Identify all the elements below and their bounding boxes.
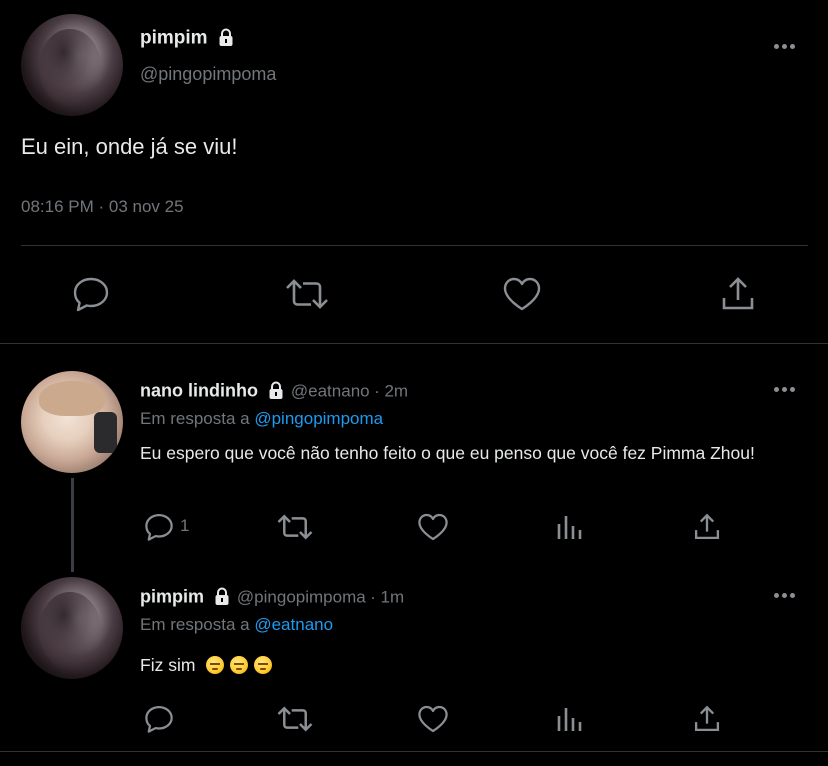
reply-icon[interactable]	[144, 704, 174, 734]
lock-icon	[266, 380, 286, 405]
analytics-icon[interactable]	[556, 704, 584, 734]
relative-time[interactable]: · 2m	[374, 382, 408, 401]
tweet-text: Eu ein, onde já se viu!	[21, 134, 238, 159]
tweet-text: Fiz sim	[140, 655, 196, 675]
reply-author: nano lindinho @eatnano · 2m	[140, 380, 408, 405]
more-options-icon[interactable]	[774, 44, 795, 49]
reply-to-link[interactable]: @pingopimpoma	[254, 409, 383, 428]
divider	[0, 343, 828, 344]
retweet-icon[interactable]	[284, 277, 330, 311]
lock-icon	[216, 27, 236, 52]
reply-context: Em resposta a @eatnano	[140, 615, 333, 635]
avatar[interactable]	[21, 14, 123, 116]
handle[interactable]: @pingopimpoma	[237, 588, 366, 607]
display-name[interactable]: pimpim	[140, 28, 208, 49]
retweet-icon[interactable]	[276, 704, 314, 734]
display-name[interactable]: pimpim	[140, 587, 204, 607]
unamused-face-emoji	[230, 656, 249, 674]
reply-prefix: Em resposta a	[140, 615, 250, 634]
display-name[interactable]: nano lindinho	[140, 381, 258, 401]
main-tweet-author: pimpim	[140, 27, 236, 52]
share-icon[interactable]	[720, 276, 756, 312]
more-options-icon[interactable]	[774, 387, 795, 392]
share-icon[interactable]	[693, 704, 721, 734]
analytics-icon[interactable]	[556, 512, 584, 542]
thread-line	[71, 478, 74, 572]
reply-icon[interactable]	[72, 276, 110, 312]
relative-time[interactable]: · 1m	[370, 588, 404, 607]
timestamp[interactable]: 08:16 PM · 03 nov 25	[21, 197, 184, 217]
reply-icon[interactable]	[144, 512, 174, 542]
reply-author: pimpim @pingopimpoma · 1m	[140, 586, 404, 611]
lock-icon	[212, 586, 232, 611]
reply-count: 1	[180, 516, 190, 535]
tweet-text: Eu espero que você não tenho feito o que…	[140, 443, 755, 463]
share-icon[interactable]	[693, 512, 721, 542]
handle[interactable]: @eatnano	[291, 382, 370, 401]
handle[interactable]: @pingopimpoma	[140, 64, 276, 85]
reply-context: Em resposta a @pingopimpoma	[140, 409, 383, 429]
divider	[0, 751, 828, 752]
more-options-icon[interactable]	[774, 593, 795, 598]
avatar[interactable]	[21, 371, 123, 473]
retweet-icon[interactable]	[276, 512, 314, 542]
divider	[21, 245, 808, 246]
unamused-face-emoji	[206, 656, 225, 674]
tweet-body: Fiz sim	[140, 652, 278, 678]
like-icon[interactable]	[502, 276, 542, 312]
like-icon[interactable]	[417, 512, 449, 542]
reply-prefix: Em resposta a	[140, 409, 250, 428]
avatar[interactable]	[21, 577, 123, 679]
reply-to-link[interactable]: @eatnano	[254, 615, 333, 634]
like-icon[interactable]	[417, 704, 449, 734]
unamused-face-emoji	[254, 656, 273, 674]
